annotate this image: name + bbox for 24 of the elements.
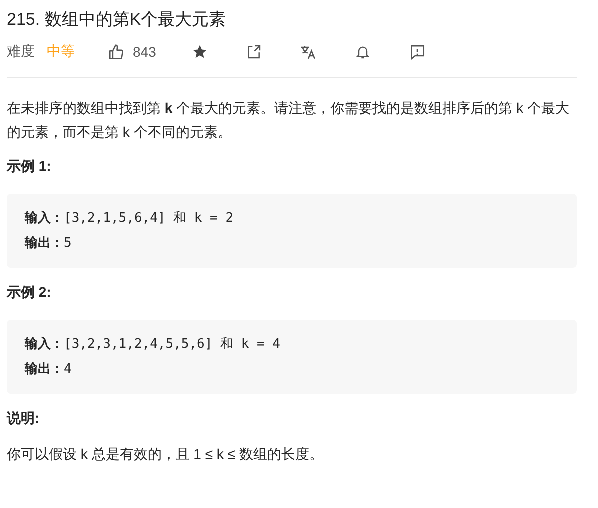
example-line: 输入：[3,2,3,1,2,4,5,5,6] 和 k = 4 <box>25 336 282 354</box>
translate-icon <box>300 44 318 60</box>
comment-alert-icon <box>409 44 426 60</box>
note-text: 你可以假设 k 总是有效的，且 1 ≤ k ≤ 数组的长度。 <box>7 446 324 464</box>
example-line: 输出：4 <box>25 361 73 379</box>
star-icon <box>192 44 208 60</box>
feedback-button[interactable] <box>409 44 426 60</box>
like-button[interactable]: 843 <box>108 44 156 60</box>
example-heading: 示例 2: <box>7 284 52 302</box>
example-line: 输入：[3,2,1,5,6,4] 和 k = 2 <box>25 210 235 228</box>
bell-icon <box>355 44 372 60</box>
note-heading: 说明: <box>7 410 41 428</box>
share-icon <box>246 44 262 60</box>
translate-button[interactable] <box>300 44 318 60</box>
problem-description: 在未排序的数组中找到第 k 个最大的元素。请注意，你需要找的是数组排序后的第 k 个最大的元素，而不是第 k 个不同的元素。 <box>7 99 570 142</box>
difficulty-tag: 中等 <box>47 43 75 61</box>
favorite-button[interactable] <box>192 44 208 60</box>
thumbs-up-icon <box>108 44 125 60</box>
problem-title: 215. 数组中的第K个最大元素 <box>7 9 228 31</box>
difficulty-label: 难度 <box>7 43 35 61</box>
example-heading: 示例 1: <box>7 158 52 176</box>
example-line: 输出：5 <box>25 235 73 253</box>
notification-button[interactable] <box>355 44 372 60</box>
share-button[interactable] <box>246 44 262 60</box>
